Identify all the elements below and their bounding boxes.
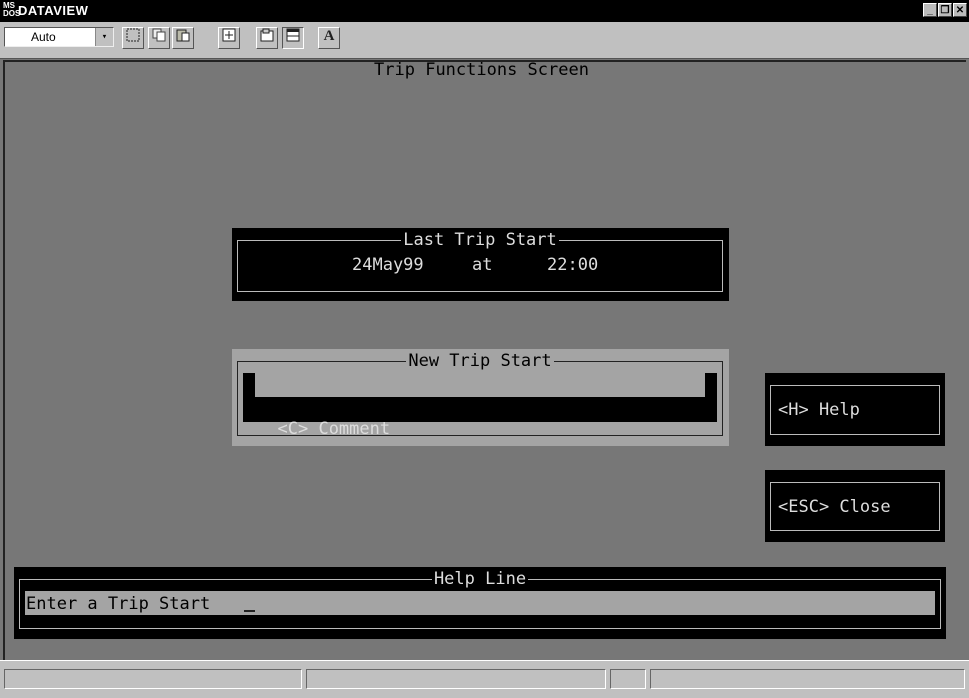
- close-window-button[interactable]: ✕: [953, 3, 967, 17]
- status-bar: [0, 660, 969, 698]
- background-icon[interactable]: [282, 27, 304, 49]
- close-button-label: <ESC> Close: [778, 497, 891, 517]
- last-trip-time: 22:00: [547, 255, 599, 275]
- paste-icon[interactable]: [172, 27, 194, 49]
- last-trip-legend: Last Trip Start: [401, 230, 559, 250]
- minimize-button[interactable]: _: [923, 3, 937, 17]
- status-cell-2: [306, 669, 606, 689]
- mark-icon[interactable]: [122, 27, 144, 49]
- properties-icon[interactable]: [256, 27, 278, 49]
- status-cell-4: [650, 669, 965, 689]
- help-button-label: <H> Help: [778, 400, 860, 420]
- window-title: DATAVIEW: [18, 3, 89, 18]
- menu-item-comment[interactable]: <C> Comment: [257, 399, 390, 439]
- help-line-legend: Help Line: [431, 569, 529, 589]
- font-size-value: Auto: [31, 30, 56, 44]
- font-icon[interactable]: A: [318, 27, 340, 49]
- font-size-select[interactable]: Auto ▾: [4, 27, 114, 47]
- screen-title: Trip Functions Screen: [374, 60, 589, 80]
- menu-item-key: <C>: [277, 419, 309, 439]
- restore-button[interactable]: ❐: [938, 3, 952, 17]
- help-line-text: Enter a Trip Start: [26, 594, 211, 614]
- status-cell-3: [610, 669, 646, 689]
- msdos-icon: MS DOS: [3, 1, 21, 18]
- last-trip-at: at: [472, 255, 493, 275]
- full-screen-icon[interactable]: [218, 27, 240, 49]
- chevron-down-icon[interactable]: ▾: [95, 28, 113, 46]
- toolbar: Auto ▾ A: [0, 22, 969, 59]
- new-trip-legend: New Trip Start: [406, 351, 554, 371]
- title-bar: MS DOS DATAVIEW _ ❐ ✕: [0, 0, 969, 22]
- text-cursor: [244, 610, 255, 612]
- copy-icon[interactable]: [148, 27, 170, 49]
- status-cell-1: [4, 669, 302, 689]
- menu-item-label: Comment: [318, 419, 391, 439]
- last-trip-date: 24May99: [352, 255, 424, 275]
